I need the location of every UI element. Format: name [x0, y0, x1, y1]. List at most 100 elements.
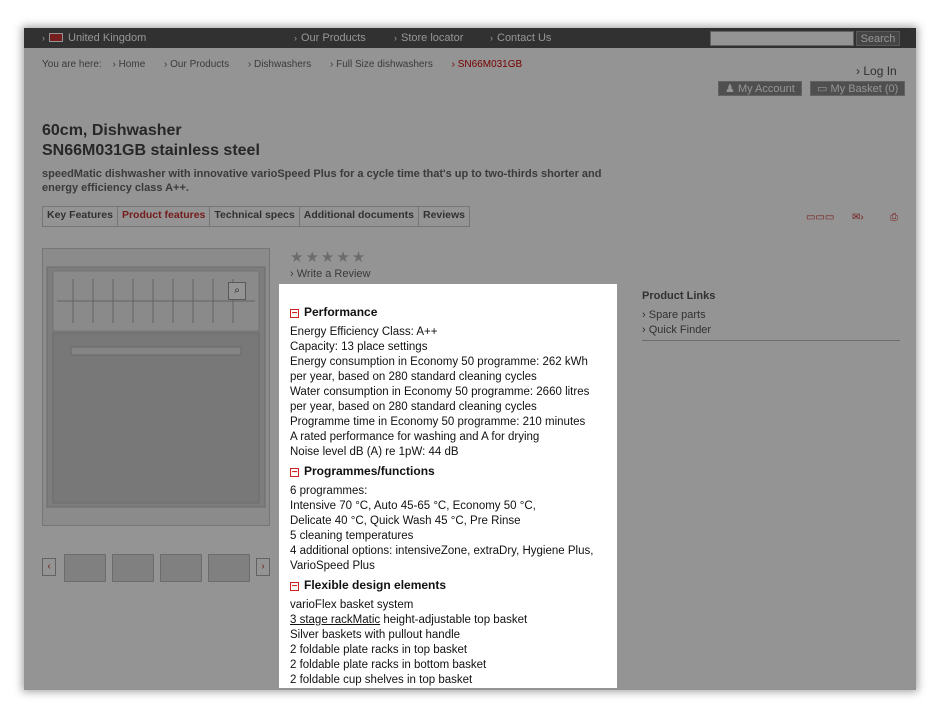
zoom-icon[interactable]: ⌕	[228, 282, 246, 300]
collapse-icon[interactable]: −	[290, 468, 299, 478]
breadcrumb-prefix: You are here:	[42, 59, 102, 70]
divider	[642, 340, 900, 341]
section-header[interactable]: − Programmes/functions	[290, 464, 593, 479]
spare-parts-link[interactable]: › Spare parts	[642, 308, 900, 323]
country-selector[interactable]: › United Kingdom	[42, 32, 146, 44]
feature-line: A rated performance for washing and A fo…	[290, 431, 540, 443]
section-programmes: − Programmes/functions 6 programmes: Inte…	[290, 464, 593, 574]
feature-line: 2 foldable plate racks in top basket	[290, 644, 468, 656]
breadcrumb-label: Full Size dishwashers	[336, 59, 433, 70]
product-links-heading: Product Links	[642, 290, 716, 302]
section-flexible-design: − Flexible design elements varioFlex bask…	[290, 578, 527, 688]
feature-line: 6 programmes:	[290, 485, 368, 497]
tab-product-features[interactable]: Product features	[118, 207, 211, 226]
feature-line: Water consumption in Economy 50 programm…	[290, 386, 590, 398]
breadcrumb-full-size[interactable]: › Full Size dishwashers	[330, 59, 441, 70]
chevron-right-icon: ›	[294, 33, 297, 43]
login-label: Log In	[863, 64, 897, 78]
link-label: Quick Finder	[648, 324, 712, 336]
feature-line: Energy Efficiency Class: A++	[290, 326, 438, 338]
chevron-left-icon[interactable]: ‹	[42, 558, 56, 576]
breadcrumb-label: SN66M031GB	[457, 59, 523, 70]
breadcrumb-label: Our Products	[170, 59, 230, 70]
thumbnail-image[interactable]	[64, 554, 106, 582]
write-review-label: Write a Review	[296, 268, 371, 280]
login-link[interactable]: › Log In	[856, 64, 897, 78]
breadcrumb-our-products[interactable]: › Our Products	[164, 59, 237, 70]
chevron-right-icon: ›	[490, 33, 493, 43]
rating-stars[interactable]: ★★★★★	[290, 248, 367, 266]
feature-line: 2 foldable plate racks in bottom basket	[290, 659, 487, 671]
search-button[interactable]: Search	[856, 31, 900, 46]
section-body: Energy Efficiency Class: A++ Capacity: 1…	[290, 325, 589, 460]
feature-line: 4 additional options: intensiveZone, ext…	[290, 545, 594, 557]
collapse-icon[interactable]: −	[290, 582, 299, 592]
feature-line: varioFlex basket system	[290, 599, 414, 611]
my-account-button[interactable]: ♟ My Account	[718, 81, 802, 96]
breadcrumb-label: Home	[118, 59, 146, 70]
feature-line: Energy consumption in Economy 50 program…	[290, 356, 588, 368]
section-title: Programmes/functions	[304, 464, 435, 478]
nav-our-products[interactable]: › Our Products	[294, 32, 366, 44]
email-icon[interactable]: ✉›	[852, 212, 864, 223]
thumbnail-carousel: ‹ ›	[42, 554, 274, 582]
breadcrumb-home[interactable]: › Home	[112, 59, 153, 70]
nav-contact-us[interactable]: › Contact Us	[490, 32, 551, 44]
section-header[interactable]: − Performance	[290, 305, 589, 320]
feature-line: Silver baskets with pullout handle	[290, 629, 461, 641]
feature-line: Programme time in Economy 50 programme: …	[290, 416, 586, 428]
write-review-link[interactable]: › Write a Review	[290, 268, 371, 280]
tab-reviews[interactable]: Reviews	[419, 207, 469, 226]
feature-line: 3 stage rackMatic height-adjustable top …	[290, 613, 527, 628]
chevron-right-icon[interactable]: ›	[256, 558, 270, 576]
feature-line: Intensive 70 °C, Auto 45-65 °C, Economy …	[290, 500, 536, 512]
thumbnail-image[interactable]	[112, 554, 154, 582]
tab-additional-documents[interactable]: Additional documents	[300, 207, 419, 226]
breadcrumb: You are here: › Home › Our Products › Di…	[42, 59, 538, 70]
my-basket-button[interactable]: ▭ My Basket (0)	[810, 81, 906, 96]
breadcrumb-current: › SN66M031GB	[451, 59, 523, 70]
tab-key-features[interactable]: Key Features	[43, 207, 118, 226]
search-input[interactable]	[710, 31, 854, 46]
rackmatic-link[interactable]: 3 stage rackMatic	[290, 614, 380, 626]
nav-label: Contact Us	[497, 32, 552, 44]
section-performance: − Performance Energy Efficiency Class: A+…	[290, 305, 589, 460]
my-account-label: My Account	[737, 83, 795, 95]
thumbnail-image[interactable]	[160, 554, 202, 582]
feature-line: Delicate 40 °C, Quick Wash 45 °C, Pre Ri…	[290, 515, 521, 527]
collapse-icon[interactable]: −	[290, 309, 299, 319]
section-header[interactable]: − Flexible design elements	[290, 578, 527, 593]
feature-line: Noise level dB (A) re 1pW: 44 dB	[290, 446, 459, 458]
feature-line: VarioSpeed Plus	[290, 560, 375, 572]
feature-line: 5 cleaning temperatures	[290, 530, 414, 542]
feature-line: Capacity: 13 place settings	[290, 341, 428, 353]
nav-label: Our Products	[301, 32, 366, 44]
breadcrumb-label: Dishwashers	[253, 59, 312, 70]
link-label: Spare parts	[648, 309, 706, 321]
basket-icon: ▭	[817, 83, 828, 95]
nav-store-locator[interactable]: › Store locator	[394, 32, 463, 44]
thumbnail-image[interactable]	[208, 554, 250, 582]
country-label: United Kingdom	[68, 32, 147, 44]
section-title: Performance	[304, 305, 378, 319]
product-subtitle: speedMatic dishwasher with innovative va…	[42, 168, 602, 194]
uk-flag-icon	[49, 33, 63, 42]
feature-line: 2 foldable cup shelves in top basket	[290, 674, 473, 686]
nav-label: Store locator	[401, 32, 464, 44]
chevron-right-icon: ›	[42, 33, 45, 43]
feature-line-text: height-adjustable top basket	[383, 614, 528, 626]
product-features-panel: − Performance Energy Efficiency Class: A+…	[279, 284, 617, 688]
chevron-right-icon: ›	[394, 33, 397, 43]
print-icon[interactable]: ⎙	[890, 212, 898, 223]
section-body: varioFlex basket system 3 stage rackMati…	[290, 598, 527, 688]
breadcrumb-dishwashers[interactable]: › Dishwashers	[248, 59, 319, 70]
feature-line: per year, based on 280 standard cleaning…	[290, 401, 537, 413]
feature-line: per year, based on 280 standard cleaning…	[290, 371, 537, 383]
quick-finder-link[interactable]: › Quick Finder	[642, 323, 900, 338]
product-tabs: Key Features Product features Technical …	[42, 206, 471, 227]
compare-icon[interactable]: ▭▭▭	[806, 212, 834, 223]
section-body: 6 programmes: Intensive 70 °C, Auto 45-6…	[290, 484, 593, 574]
section-title: Flexible design elements	[304, 578, 447, 592]
tab-technical-specs[interactable]: Technical specs	[210, 207, 300, 226]
title-line-2: SN66M031GB stainless steel	[42, 142, 260, 159]
